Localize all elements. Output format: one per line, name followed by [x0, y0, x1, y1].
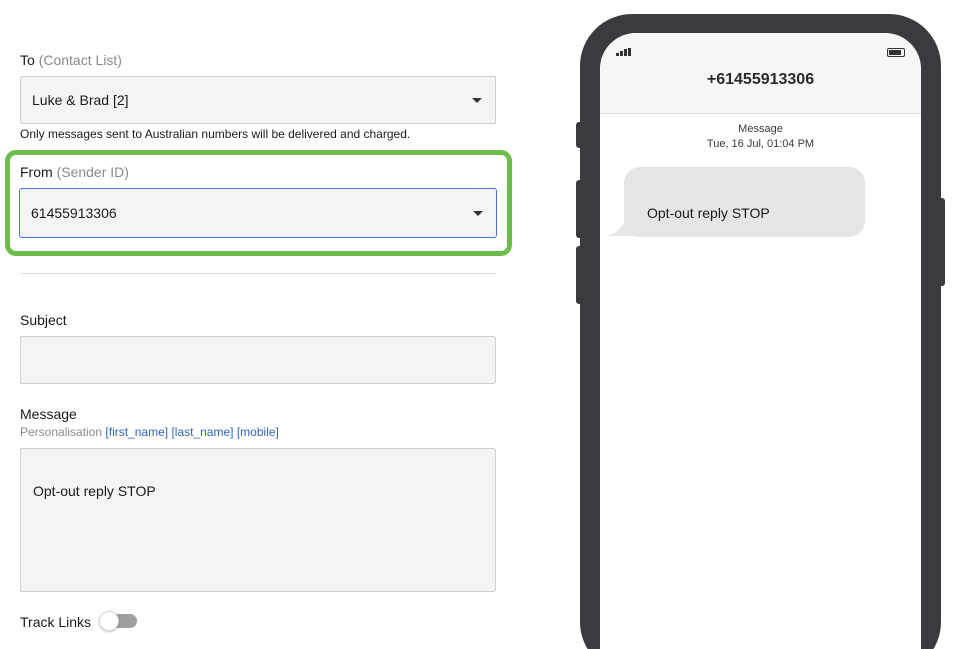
tag-mobile[interactable]: [mobile] — [237, 425, 279, 439]
from-label-text: From — [20, 164, 53, 180]
tag-first-name[interactable]: [first_name] — [105, 425, 168, 439]
phone-screen: +61455913306 Message Tue, 16 Jul, 01:04 … — [600, 33, 921, 649]
personalisation-label: Personalisation — [20, 425, 103, 439]
message-value: Opt-out reply STOP — [33, 483, 156, 499]
track-links-toggle[interactable] — [99, 611, 137, 631]
to-label: To (Contact List) — [20, 52, 122, 68]
phone-volume-down-button — [576, 246, 584, 304]
phone-mute-button — [576, 122, 584, 148]
preview-phone-number: +61455913306 — [706, 71, 815, 88]
subject-label: Subject — [20, 312, 67, 328]
caret-down-icon — [473, 211, 483, 216]
phone-volume-up-button — [576, 180, 584, 238]
to-sublabel: (Contact List) — [38, 52, 122, 68]
personalisation-row: Personalisation [first_name] [last_name]… — [20, 425, 279, 439]
contact-list-select[interactable]: Luke & Brad [2] — [20, 76, 496, 124]
phone-header: +61455913306 — [600, 33, 921, 114]
preview-message-bubble: Opt-out reply STOP — [624, 167, 865, 237]
toggle-knob — [99, 611, 119, 631]
to-label-text: To — [20, 52, 35, 68]
track-links-label: Track Links — [20, 614, 92, 630]
preview-message-text: Opt-out reply STOP — [647, 205, 770, 221]
signal-icon — [616, 48, 632, 56]
sender-id-value: 61455913306 — [31, 205, 117, 221]
from-sublabel: (Sender ID) — [56, 164, 129, 180]
battery-icon — [887, 48, 905, 57]
subject-input[interactable] — [20, 336, 496, 384]
sms-compose-form: To (Contact List) Luke & Brad [2] Only m… — [0, 0, 540, 649]
preview-meta-title: Message — [738, 123, 783, 135]
phone-power-button — [937, 198, 945, 286]
delivery-note: Only messages sent to Australian numbers… — [20, 127, 411, 141]
caret-down-icon — [472, 98, 482, 103]
section-divider — [20, 273, 496, 274]
message-label: Message — [20, 406, 77, 422]
sender-id-select[interactable]: 61455913306 — [19, 188, 497, 238]
preview-meta-date: Tue, 16 Jul, 01:04 PM — [706, 138, 815, 150]
contact-list-value: Luke & Brad [2] — [32, 92, 129, 108]
message-textarea[interactable]: Opt-out reply STOP — [20, 448, 496, 592]
tag-last-name[interactable]: [last_name] — [171, 425, 233, 439]
from-label: From (Sender ID) — [20, 164, 129, 180]
